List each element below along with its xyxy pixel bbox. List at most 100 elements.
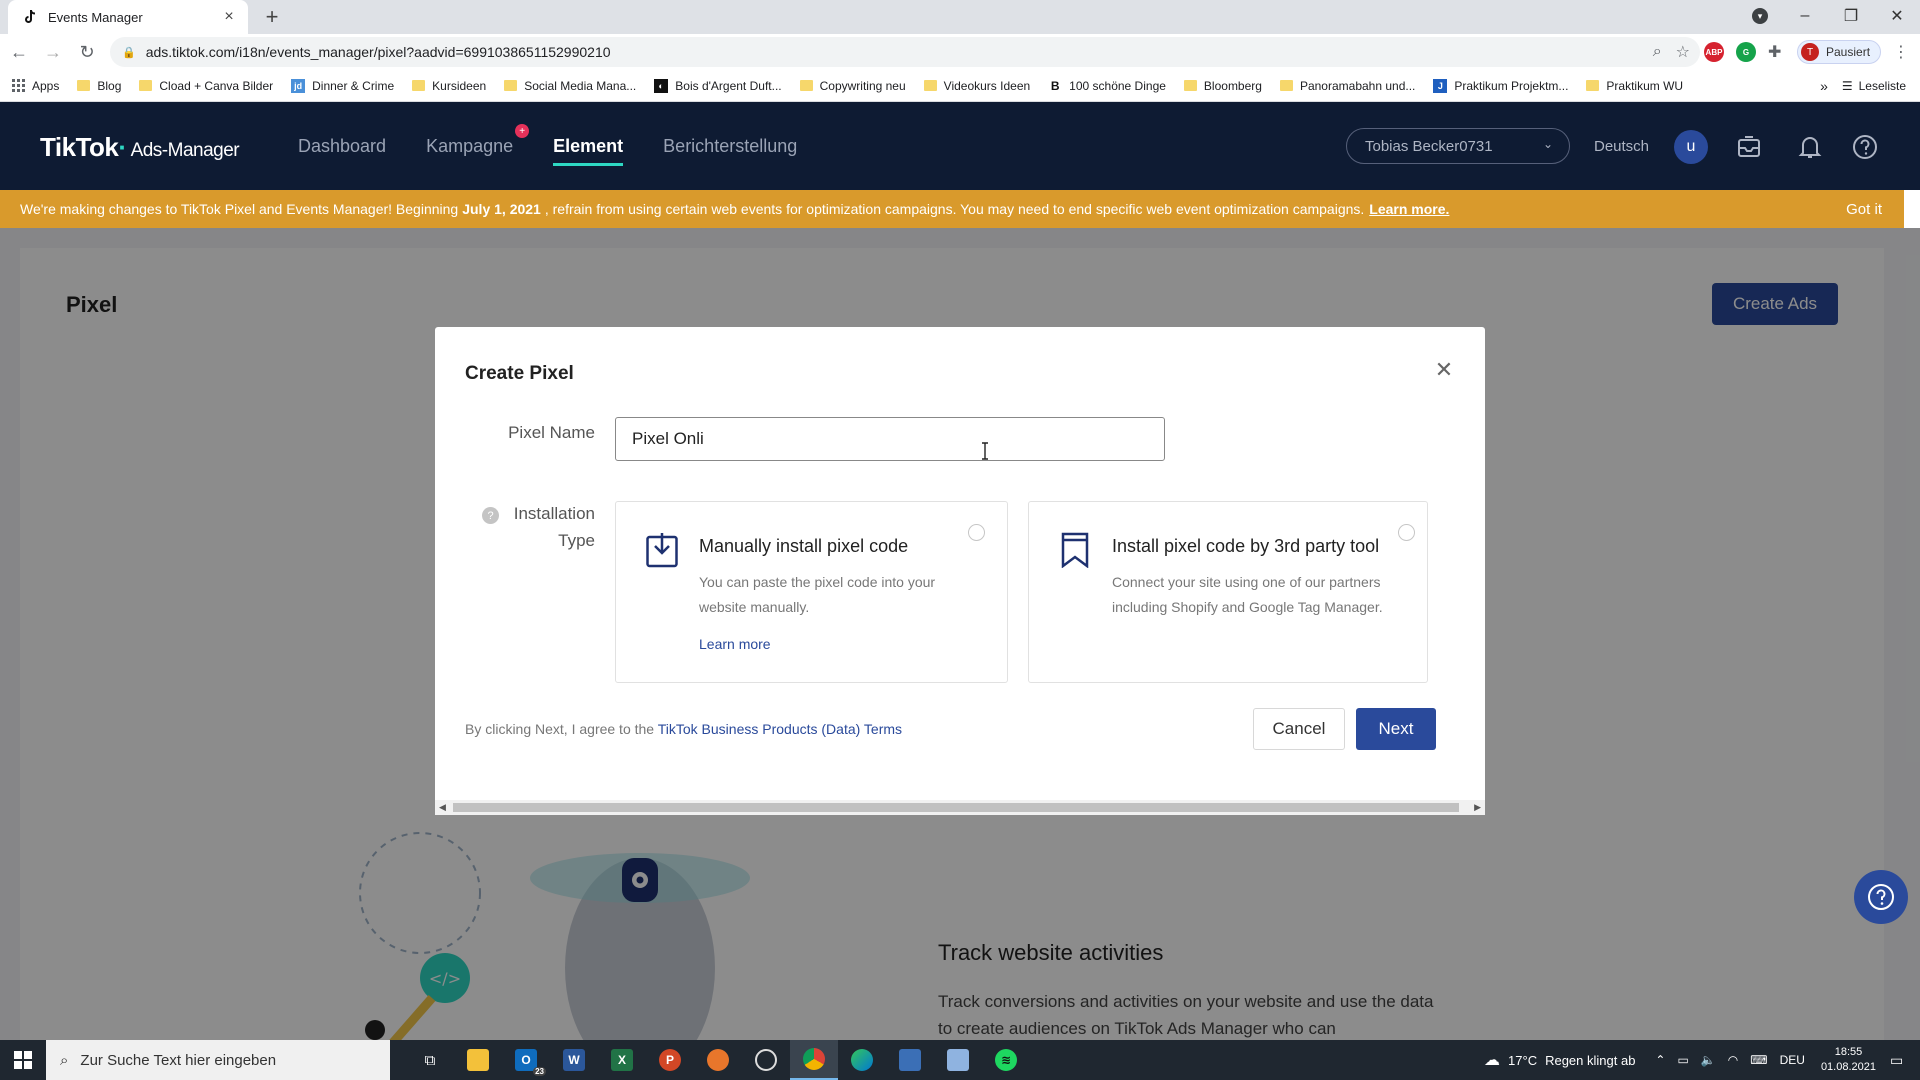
bookmark-kursideen[interactable]: Kursideen — [412, 79, 486, 93]
adblock-extension-icon[interactable]: ABP — [1704, 42, 1724, 62]
taskbar-powerpoint[interactable]: P — [646, 1040, 694, 1080]
taskbar-app-doc[interactable] — [934, 1040, 982, 1080]
manual-install-radio[interactable] — [968, 524, 985, 541]
back-icon[interactable]: ← — [4, 42, 34, 63]
announcement-learn-more-link[interactable]: Learn more. — [1369, 201, 1449, 217]
grammarly-extension-icon[interactable]: G — [1736, 42, 1756, 62]
lock-icon[interactable]: 🔒 — [122, 46, 136, 59]
bookmark-social-media[interactable]: Social Media Mana... — [504, 79, 636, 93]
tab-title: Events Manager — [48, 9, 143, 25]
file-explorer-icon — [467, 1049, 489, 1071]
bookmark-blog[interactable]: Blog — [77, 79, 121, 93]
bookmark-star-icon[interactable]: ☆ — [1676, 42, 1690, 62]
minimize-icon[interactable]: – — [1782, 7, 1828, 25]
forward-icon[interactable]: → — [38, 42, 68, 63]
next-button[interactable]: Next — [1356, 708, 1436, 750]
terms-link[interactable]: TikTok Business Products (Data) Terms — [658, 721, 902, 737]
taskbar-chrome[interactable] — [790, 1040, 838, 1080]
taskbar-clock[interactable]: 18:55 01.08.2021 — [1821, 1045, 1876, 1075]
scroll-left-icon[interactable]: ◀ — [439, 802, 446, 813]
bookmark-bloomberg[interactable]: Bloomberg — [1183, 79, 1262, 93]
manual-learn-more-link[interactable]: Learn more — [699, 636, 771, 652]
taskbar-app-aperture[interactable] — [742, 1040, 790, 1080]
address-bar[interactable]: 🔒 ads.tiktok.com/i18n/events_manager/pix… — [110, 37, 1700, 67]
manual-install-option[interactable]: Manually install pixel code You can past… — [615, 501, 1008, 683]
close-icon[interactable]: ✕ — [1433, 359, 1455, 381]
notification-bell-icon[interactable] — [1795, 132, 1825, 162]
taskbar-search[interactable]: ⌕ Zur Suche Text hier eingeben — [46, 1040, 390, 1080]
help-chat-button[interactable] — [1854, 870, 1908, 924]
third-party-install-option[interactable]: Install pixel code by 3rd party tool Con… — [1028, 501, 1428, 683]
outlook-icon: O 23 — [515, 1049, 546, 1076]
cancel-button[interactable]: Cancel — [1253, 708, 1345, 750]
account-selector[interactable]: Tobias Becker0731 ⌄ — [1346, 128, 1570, 164]
monitor-icon[interactable]: ▭ — [1677, 1053, 1688, 1067]
bookmark-panoramabahn[interactable]: Panoramabahn und... — [1279, 79, 1415, 93]
modal-title: Create Pixel — [465, 363, 574, 384]
folder-icon — [1279, 80, 1293, 91]
notification-center-icon[interactable]: ▭ — [1890, 1052, 1920, 1069]
bookmark-praktikum-wu[interactable]: Praktikum WU — [1586, 79, 1683, 93]
windows-taskbar: ⌕ Zur Suche Text hier eingeben ⧉ O 23 W X… — [0, 1040, 1920, 1080]
tiktok-ads-logo[interactable]: TikTok· Ads-Manager — [40, 132, 240, 163]
bookmark-label: Praktikum Projektm... — [1454, 78, 1569, 93]
reading-list-button[interactable]: ☰ Leseliste — [1842, 79, 1906, 93]
help-icon[interactable] — [1850, 132, 1880, 162]
taskbar-search-placeholder: Zur Suche Text hier eingeben — [80, 1051, 277, 1069]
nav-berichterstellung[interactable]: Berichterstellung — [663, 102, 797, 190]
taskbar-spotify[interactable]: ≋ — [982, 1040, 1030, 1080]
third-party-install-radio[interactable] — [1398, 524, 1415, 541]
nav-dashboard[interactable]: Dashboard — [298, 102, 386, 190]
bookmark-bois-dargent[interactable]: ◐ Bois d'Argent Duft... — [654, 78, 782, 93]
reload-icon[interactable]: ↻ — [72, 42, 102, 63]
bookmark-praktikum-projekt[interactable]: J Praktikum Projektm... — [1433, 78, 1569, 93]
mailbox-icon[interactable] — [1734, 132, 1764, 162]
horizontal-scrollbar[interactable]: ◀ ▶ — [435, 800, 1485, 815]
task-view-button[interactable]: ⧉ — [406, 1040, 454, 1080]
chevron-up-icon[interactable]: ⌃ — [1655, 1053, 1665, 1067]
scrollbar-thumb[interactable] — [453, 803, 1459, 812]
language-selector[interactable]: Deutsch — [1594, 138, 1649, 155]
taskbar-explorer[interactable] — [454, 1040, 502, 1080]
bookmark-cload-canva[interactable]: Cload + Canva Bilder — [139, 79, 273, 93]
wifi-icon[interactable]: ◠ — [1728, 1053, 1738, 1067]
profile-button[interactable]: T Pausiert — [1797, 40, 1882, 64]
chevron-down-icon: ⌄ — [1542, 137, 1553, 151]
taskbar-app-window[interactable] — [886, 1040, 934, 1080]
bookmark-videokurs[interactable]: Videokurs Ideen — [923, 79, 1030, 93]
got-it-button[interactable]: Got it — [1846, 201, 1882, 218]
keyboard-icon[interactable]: ⌨ — [1750, 1053, 1767, 1067]
bookmark-100-dinge[interactable]: B 100 schöne Dinge — [1048, 79, 1166, 93]
nav-kampagne[interactable]: Kampagne + — [426, 102, 530, 190]
nav-element[interactable]: Element — [553, 102, 624, 190]
windows-start-button[interactable] — [0, 1040, 46, 1080]
taskbar-app-orange[interactable] — [694, 1040, 742, 1080]
browser-menu-icon[interactable]: ⋮ — [1893, 42, 1909, 62]
taskbar-outlook[interactable]: O 23 — [502, 1040, 550, 1080]
bookmark-apps[interactable]: Apps — [12, 79, 59, 93]
bookmark-copywriting[interactable]: Copywriting neu — [799, 79, 906, 93]
keyboard-language[interactable]: DEU — [1780, 1053, 1805, 1067]
taskbar-edge[interactable] — [838, 1040, 886, 1080]
zoom-icon[interactable]: ⌕ — [1653, 43, 1662, 61]
new-tab-button[interactable]: + — [258, 3, 286, 31]
profile-menu-icon[interactable]: ▾ — [1752, 8, 1768, 24]
pixel-name-label: Pixel Name — [508, 423, 595, 442]
download-code-icon — [646, 533, 678, 568]
browser-tab[interactable]: Events Manager × — [8, 0, 248, 34]
installation-label-1: Installation — [513, 504, 595, 523]
restore-icon[interactable]: ❐ — [1828, 6, 1874, 26]
taskbar-excel[interactable]: X — [598, 1040, 646, 1080]
taskbar-word[interactable]: W — [550, 1040, 598, 1080]
bookmarks-more-icon[interactable]: » — [1820, 78, 1828, 94]
tab-close-icon[interactable]: × — [220, 8, 238, 26]
bookmark-dinner-crime[interactable]: jd Dinner & Crime — [291, 78, 394, 93]
speaker-icon[interactable]: 🔈 — [1701, 1053, 1716, 1067]
extensions-puzzle-icon[interactable]: ✚ — [1768, 42, 1781, 62]
pixel-name-input[interactable] — [615, 417, 1165, 461]
close-window-icon[interactable]: ✕ — [1874, 6, 1920, 26]
reading-list-icon: ☰ — [1841, 79, 1853, 93]
weather-widget[interactable]: ☁ 17°C Regen klingt ab — [1484, 1050, 1635, 1070]
scroll-right-icon[interactable]: ▶ — [1474, 802, 1481, 813]
user-avatar[interactable]: u — [1674, 130, 1708, 164]
